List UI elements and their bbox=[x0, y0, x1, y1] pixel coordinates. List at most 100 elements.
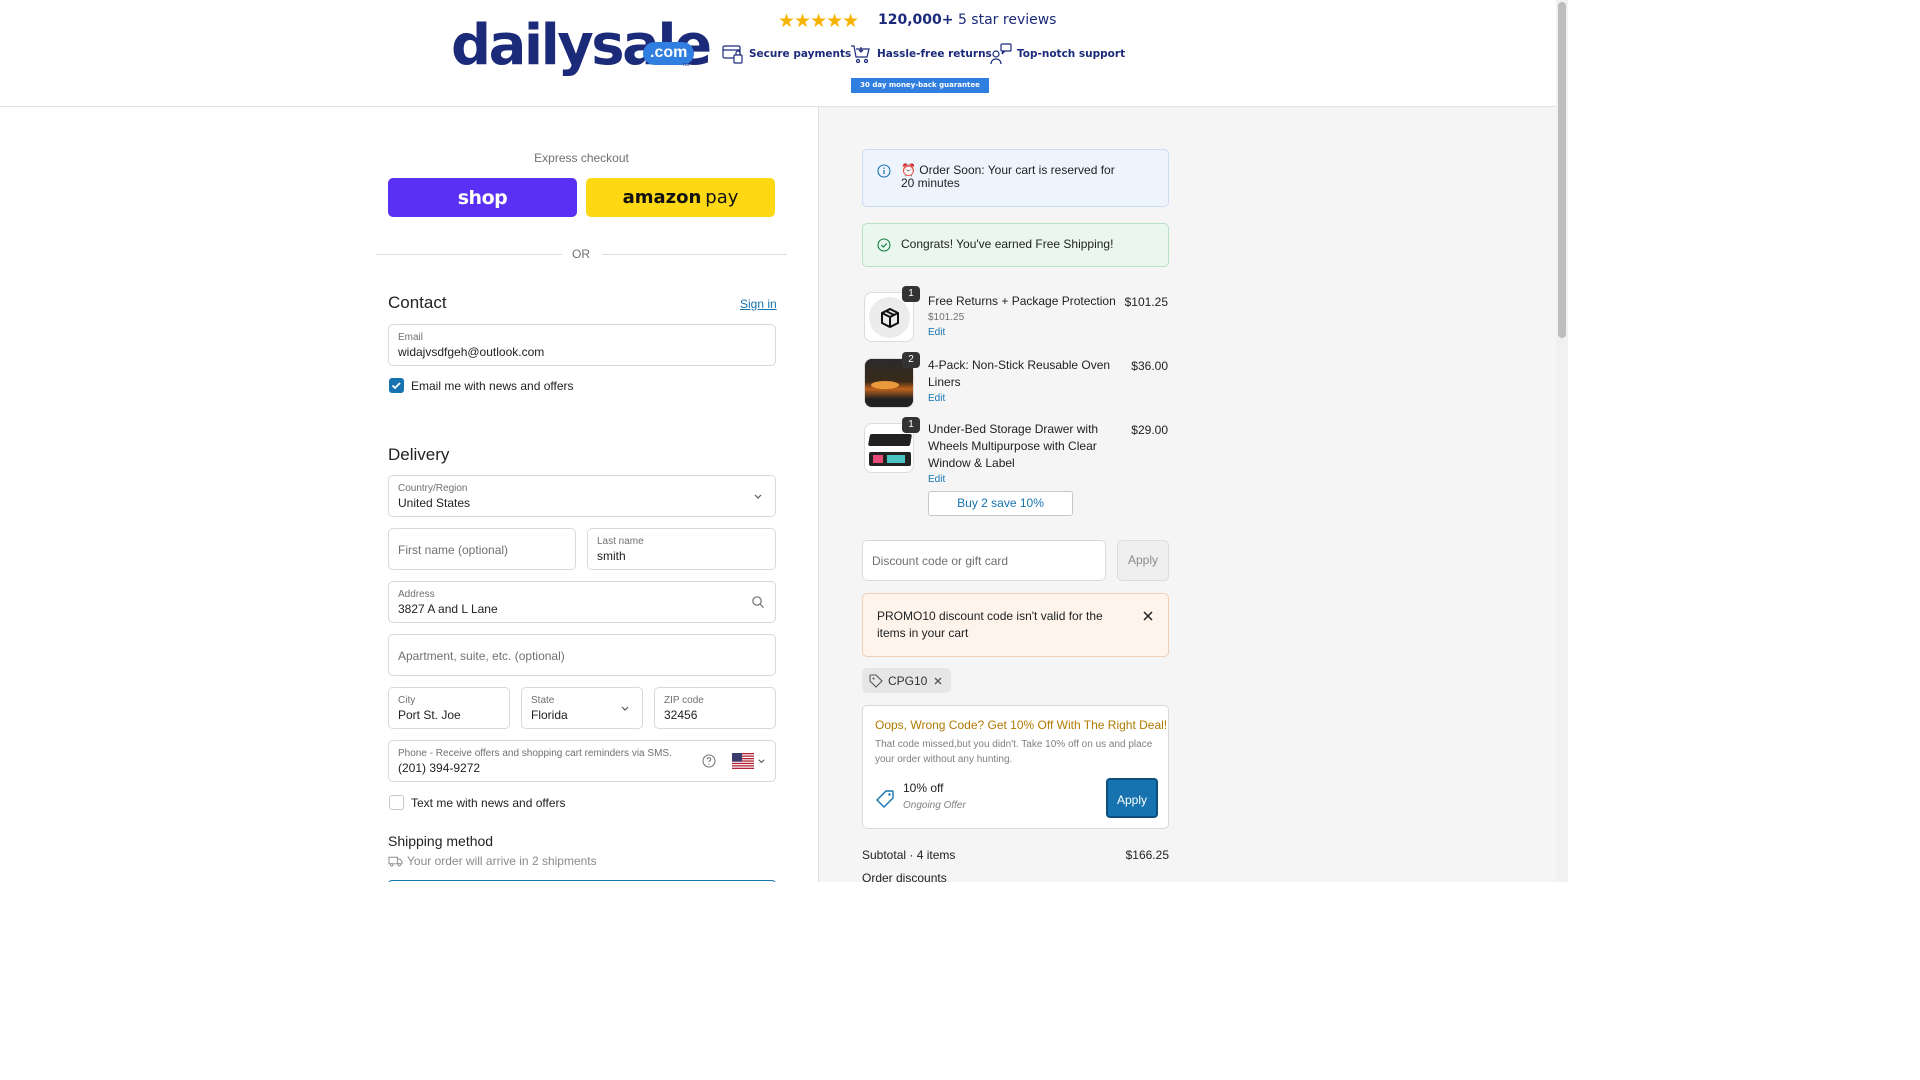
close-icon[interactable] bbox=[1142, 610, 1154, 622]
discount-error-line2: items in your cart bbox=[877, 626, 969, 640]
email-field[interactable]: Email widajvsdfgeh@outlook.com bbox=[388, 324, 776, 366]
country-select[interactable]: Country/Region United States bbox=[388, 475, 776, 517]
checkmark-icon bbox=[391, 382, 401, 390]
scrollbar-thumb[interactable] bbox=[1558, 2, 1566, 338]
discount-error-notice: PROMO10 discount code isn't valid for th… bbox=[862, 593, 1169, 657]
chevron-down-icon bbox=[758, 759, 765, 764]
cart-reserved-line2: 20 minutes bbox=[901, 176, 960, 190]
package-box-icon bbox=[881, 307, 899, 329]
support-agent-icon bbox=[990, 43, 1012, 65]
discount-tag-icon bbox=[876, 790, 894, 808]
search-icon[interactable] bbox=[751, 595, 765, 609]
reviews-number: 120,000+ bbox=[878, 12, 954, 28]
star-rating-icon: ★★★★★ bbox=[778, 11, 859, 32]
last-name-label: Last name bbox=[597, 536, 644, 547]
amazon-pay-label: pay bbox=[705, 187, 739, 208]
secure-payment-icon bbox=[722, 45, 743, 64]
discount-error-line1: PROMO10 discount code isn't valid for th… bbox=[877, 609, 1103, 623]
checkout-page: dailysale .com ™ ★★★★★ 120,000+ 5 star r… bbox=[0, 0, 1568, 882]
cart-return-icon bbox=[851, 45, 870, 64]
sign-in-link[interactable]: Sign in bbox=[740, 297, 777, 311]
subtotal-label: Subtotal · 4 items bbox=[862, 848, 956, 862]
feature-secure-payments: Secure payments bbox=[722, 42, 851, 66]
feature-label: Hassle-free returns bbox=[877, 48, 992, 60]
email-news-label: Email me with news and offers bbox=[411, 379, 574, 393]
delivery-heading: Delivery bbox=[388, 445, 450, 464]
apartment-placeholder: Apartment, suite, etc. (optional) bbox=[398, 649, 565, 663]
reviews-count: 120,000+ 5 star reviews bbox=[878, 12, 1056, 28]
feature-top-notch-support: Top-notch support bbox=[990, 42, 1125, 66]
phone-label: Phone - Receive offers and shopping cart… bbox=[398, 748, 672, 759]
discount-apply-button[interactable]: Apply bbox=[1117, 540, 1169, 581]
item-edit-link[interactable]: Edit bbox=[928, 393, 945, 404]
subtotal-row: Subtotal · 4 items $166.25 bbox=[862, 848, 1169, 862]
free-shipping-text: Congrats! You've earned Free Shipping! bbox=[901, 237, 1114, 251]
item-name-line2: Liners bbox=[928, 375, 961, 389]
express-checkout-label: Express checkout bbox=[534, 151, 629, 165]
city-value: Port St. Joe bbox=[398, 708, 461, 722]
item-name-line1: 4-Pack: Non-Stick Reusable Oven bbox=[928, 358, 1111, 372]
city-field[interactable]: City Port St. Joe bbox=[388, 687, 510, 729]
apartment-field[interactable]: Apartment, suite, etc. (optional) bbox=[388, 634, 776, 676]
discount-code-input[interactable]: Discount code or gift card bbox=[862, 540, 1106, 581]
order-discounts-row: Order discounts bbox=[862, 871, 1169, 882]
last-name-field[interactable]: Last name smith bbox=[587, 528, 776, 570]
zip-value: 32456 bbox=[664, 708, 698, 722]
logo-trademark: ™ bbox=[682, 63, 689, 70]
us-flag-icon[interactable] bbox=[732, 753, 754, 769]
oven-liner-food bbox=[871, 381, 899, 389]
state-value: Florida bbox=[531, 708, 568, 722]
subtotal-value: $166.25 bbox=[1125, 848, 1169, 862]
quantity-badge: 2 bbox=[902, 352, 920, 368]
site-header: dailysale .com ™ ★★★★★ 120,000+ 5 star r… bbox=[0, 0, 1556, 107]
item-name: Free Returns + Package Protection bbox=[928, 294, 1116, 308]
amazon-label: amazon bbox=[622, 187, 702, 208]
country-label: Country/Region bbox=[398, 483, 468, 494]
drawer-top-image bbox=[867, 434, 913, 446]
shipping-method-heading: Shipping method bbox=[388, 833, 494, 849]
address-value: 3827 A and L Lane bbox=[398, 602, 498, 616]
item-name-line2: Wheels Multipurpose with Clear bbox=[928, 439, 1097, 453]
zip-label: ZIP code bbox=[664, 695, 704, 706]
divider-left bbox=[376, 254, 562, 255]
shipping-note-text: Your order will arrive in 2 shipments bbox=[407, 854, 597, 868]
shop-pay-button[interactable]: shop bbox=[388, 178, 577, 217]
or-divider-label: OR bbox=[572, 247, 590, 261]
item-price: $36.00 bbox=[1131, 359, 1168, 373]
free-shipping-notice: Congrats! You've earned Free Shipping! bbox=[862, 223, 1169, 267]
item-edit-link[interactable]: Edit bbox=[928, 474, 945, 485]
shop-pay-label: shop bbox=[457, 186, 508, 209]
email-news-checkbox[interactable] bbox=[389, 378, 404, 393]
zip-field[interactable]: ZIP code 32456 bbox=[654, 687, 776, 729]
phone-field[interactable]: Phone - Receive offers and shopping cart… bbox=[388, 740, 776, 782]
address-field[interactable]: Address 3827 A and L Lane bbox=[388, 581, 776, 623]
first-name-field[interactable]: First name (optional) bbox=[388, 528, 576, 570]
item-price: $101.25 bbox=[1124, 295, 1168, 309]
item-name-line3: Window & Label bbox=[928, 456, 1015, 470]
info-icon bbox=[877, 164, 891, 178]
promo-title: Oops, Wrong Code? Get 10% Off With The R… bbox=[875, 718, 1168, 732]
amazon-pay-button[interactable]: amazon pay bbox=[586, 178, 775, 217]
address-label: Address bbox=[398, 589, 435, 600]
page-scrollbar[interactable] bbox=[1556, 0, 1568, 882]
feature-label: Top-notch support bbox=[1017, 48, 1126, 60]
shipping-option-edge[interactable] bbox=[388, 880, 776, 882]
tag-icon bbox=[869, 674, 883, 688]
promo-apply-button[interactable]: Apply bbox=[1106, 778, 1158, 818]
item-edit-link[interactable]: Edit bbox=[928, 327, 945, 338]
help-icon[interactable] bbox=[702, 754, 716, 768]
feature-label: Secure payments bbox=[749, 48, 852, 60]
first-name-placeholder: First name (optional) bbox=[398, 543, 509, 557]
order-discounts-label: Order discounts bbox=[862, 871, 947, 882]
state-label: State bbox=[531, 695, 555, 706]
sms-news-checkbox[interactable] bbox=[389, 795, 404, 810]
phone-value: (201) 394-9272 bbox=[398, 761, 481, 775]
state-select[interactable]: State Florida bbox=[521, 687, 643, 729]
divider-right bbox=[602, 254, 787, 255]
cart-reserved-notice: ⏰ Order Soon: Your cart is reserved for … bbox=[862, 149, 1169, 207]
reviews-label: 5 star reviews bbox=[953, 12, 1057, 28]
buy-2-save-button[interactable]: Buy 2 save 10% bbox=[928, 491, 1073, 516]
drawer-content-pink bbox=[873, 455, 883, 463]
remove-tag-icon[interactable] bbox=[933, 676, 943, 686]
item-unit-price: $101.25 bbox=[928, 312, 965, 323]
